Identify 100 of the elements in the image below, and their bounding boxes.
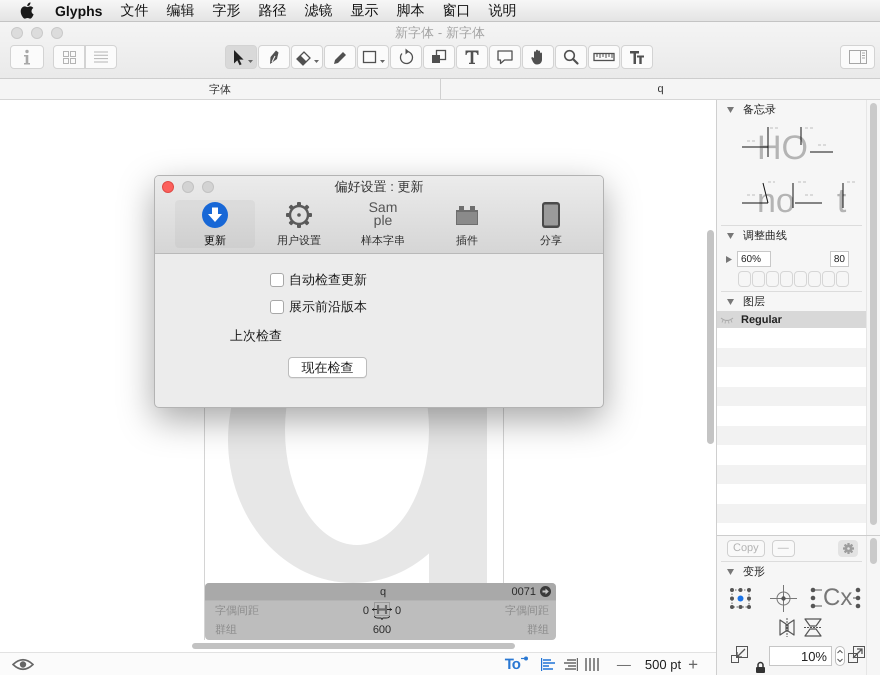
checkbox-label[interactable]: 展示前沿版本 bbox=[289, 300, 367, 314]
zoom-in-button[interactable]: + bbox=[688, 656, 698, 672]
tool-button[interactable] bbox=[522, 45, 554, 69]
percent-field[interactable]: 60% bbox=[737, 251, 771, 267]
settings-icon bbox=[842, 543, 854, 554]
shrink-icon[interactable] bbox=[731, 646, 748, 663]
menu-item[interactable]: 字形 bbox=[212, 2, 240, 20]
zoom-value: 500 pt bbox=[644, 656, 682, 672]
metrics-icon[interactable] bbox=[371, 602, 393, 620]
tool-button[interactable] bbox=[489, 45, 521, 69]
tool-button[interactable] bbox=[390, 45, 422, 69]
disclosure-triangle-icon[interactable] bbox=[725, 256, 732, 262]
dot-line-icon bbox=[810, 587, 822, 609]
preferences-tab[interactable]: Sam ple 样本字串 bbox=[343, 200, 423, 248]
search-icon bbox=[562, 48, 580, 66]
document-tab[interactable]: q bbox=[441, 79, 880, 99]
tool-button[interactable] bbox=[555, 45, 587, 69]
stepper-icon[interactable] bbox=[835, 646, 845, 666]
tool-button[interactable] bbox=[621, 45, 653, 69]
glyph-name: q bbox=[380, 586, 386, 598]
menu-item[interactable]: 路径 bbox=[258, 2, 286, 20]
disclosure-triangle-icon[interactable] bbox=[727, 298, 734, 304]
gear-icon bbox=[285, 201, 313, 229]
align-right-icon[interactable] bbox=[562, 658, 578, 670]
eye-icon[interactable] bbox=[12, 658, 34, 670]
sample-text: Sam ple bbox=[368, 201, 398, 229]
list-icon bbox=[94, 51, 108, 63]
scrollbar-thumb[interactable] bbox=[870, 538, 877, 564]
arrow-circle-icon[interactable] bbox=[540, 586, 551, 597]
menu-item[interactable]: 编辑 bbox=[166, 2, 194, 20]
tool-button[interactable] bbox=[225, 45, 257, 69]
last-check-label: 上次检查 bbox=[229, 329, 283, 343]
apple-icon bbox=[20, 2, 34, 19]
preferences-tab[interactable]: 用户设置 bbox=[259, 200, 339, 248]
tool-button[interactable] bbox=[357, 45, 389, 69]
app-menu[interactable]: Glyphs bbox=[55, 2, 102, 18]
origin-button[interactable]: Cx bbox=[810, 586, 862, 610]
crosshair-icon[interactable] bbox=[770, 584, 797, 612]
window-title: 新字体 - 新字体 bbox=[395, 24, 485, 42]
info-icon bbox=[23, 49, 31, 65]
checkbox[interactable] bbox=[270, 273, 284, 287]
unicode-value: 0071 bbox=[512, 586, 536, 598]
checkbox-label[interactable]: 自动检查更新 bbox=[289, 273, 367, 287]
sidebar-toggle-button[interactable] bbox=[840, 45, 875, 69]
scrollbar-thumb[interactable] bbox=[870, 103, 877, 525]
zoom-out-button[interactable]: — bbox=[616, 657, 631, 671]
text-tool-button[interactable]: To bbox=[504, 656, 528, 672]
section-title[interactable]: 调整曲线 bbox=[743, 228, 787, 242]
tool-button[interactable] bbox=[258, 45, 290, 69]
tool-button[interactable] bbox=[456, 45, 488, 69]
check-now-button[interactable]: 现在检查 bbox=[288, 357, 367, 378]
dot-line-icon bbox=[853, 587, 862, 609]
columns-icon[interactable] bbox=[584, 658, 600, 670]
double-t-icon bbox=[628, 48, 646, 66]
value-field[interactable]: 80 bbox=[830, 251, 849, 267]
preferences-tab[interactable]: 更新 bbox=[175, 200, 255, 248]
layer-name: Regular bbox=[741, 314, 782, 326]
section-title[interactable]: 图层 bbox=[743, 294, 765, 308]
grid-icon bbox=[62, 50, 76, 64]
preview-glyphs: t bbox=[836, 181, 846, 221]
layer-row[interactable]: Regular bbox=[717, 311, 866, 328]
disclosure-triangle-icon[interactable] bbox=[727, 232, 734, 238]
grow-icon[interactable] bbox=[848, 646, 865, 663]
align-left-icon[interactable] bbox=[540, 658, 556, 670]
menu-item[interactable]: 显示 bbox=[350, 2, 378, 20]
menu-item[interactable]: 说明 bbox=[488, 2, 516, 20]
caret-icon bbox=[380, 60, 385, 63]
section-title[interactable]: 变形 bbox=[743, 564, 765, 578]
selection-box-icon[interactable] bbox=[729, 586, 752, 610]
menu-item[interactable]: 窗口 bbox=[442, 2, 470, 20]
sidebearing-value: 0 bbox=[362, 604, 369, 616]
scrollbar-thumb[interactable] bbox=[192, 643, 515, 649]
flip-vertical-icon[interactable] bbox=[804, 618, 822, 637]
disclosure-triangle-icon[interactable] bbox=[727, 106, 734, 112]
preview-glyphs: no bbox=[757, 181, 795, 221]
tool-button[interactable] bbox=[324, 45, 356, 69]
menu-item[interactable]: 文件 bbox=[120, 2, 148, 20]
scrollbar-thumb[interactable] bbox=[707, 230, 714, 444]
info-button[interactable] bbox=[10, 45, 44, 69]
preferences-tab[interactable]: 插件 bbox=[427, 200, 507, 248]
settings-button[interactable] bbox=[838, 540, 858, 557]
disclosure-triangle-icon[interactable] bbox=[727, 568, 734, 574]
rotate-icon bbox=[397, 48, 415, 66]
tool-button[interactable] bbox=[588, 45, 620, 69]
arrow-dot-icon bbox=[520, 656, 528, 660]
closed-eye-icon bbox=[720, 316, 734, 324]
text-tool-icon bbox=[463, 48, 481, 66]
tool-button[interactable] bbox=[291, 45, 323, 69]
checkbox[interactable] bbox=[270, 300, 284, 314]
document-tab[interactable]: 字体 bbox=[0, 79, 441, 99]
scale-field[interactable]: 10% bbox=[769, 646, 832, 666]
close-button[interactable] bbox=[162, 181, 174, 193]
tool-button[interactable] bbox=[423, 45, 455, 69]
menu-item[interactable]: 脚本 bbox=[396, 2, 424, 20]
menu-item[interactable]: 滤镜 bbox=[304, 2, 332, 20]
dialog-title: 偏好设置 : 更新 bbox=[334, 178, 424, 196]
section-title[interactable]: 备忘录 bbox=[743, 102, 776, 116]
flip-horizontal-icon[interactable] bbox=[779, 618, 795, 637]
lock-icon[interactable] bbox=[755, 661, 766, 673]
preferences-tab[interactable]: 分享 bbox=[511, 200, 591, 248]
